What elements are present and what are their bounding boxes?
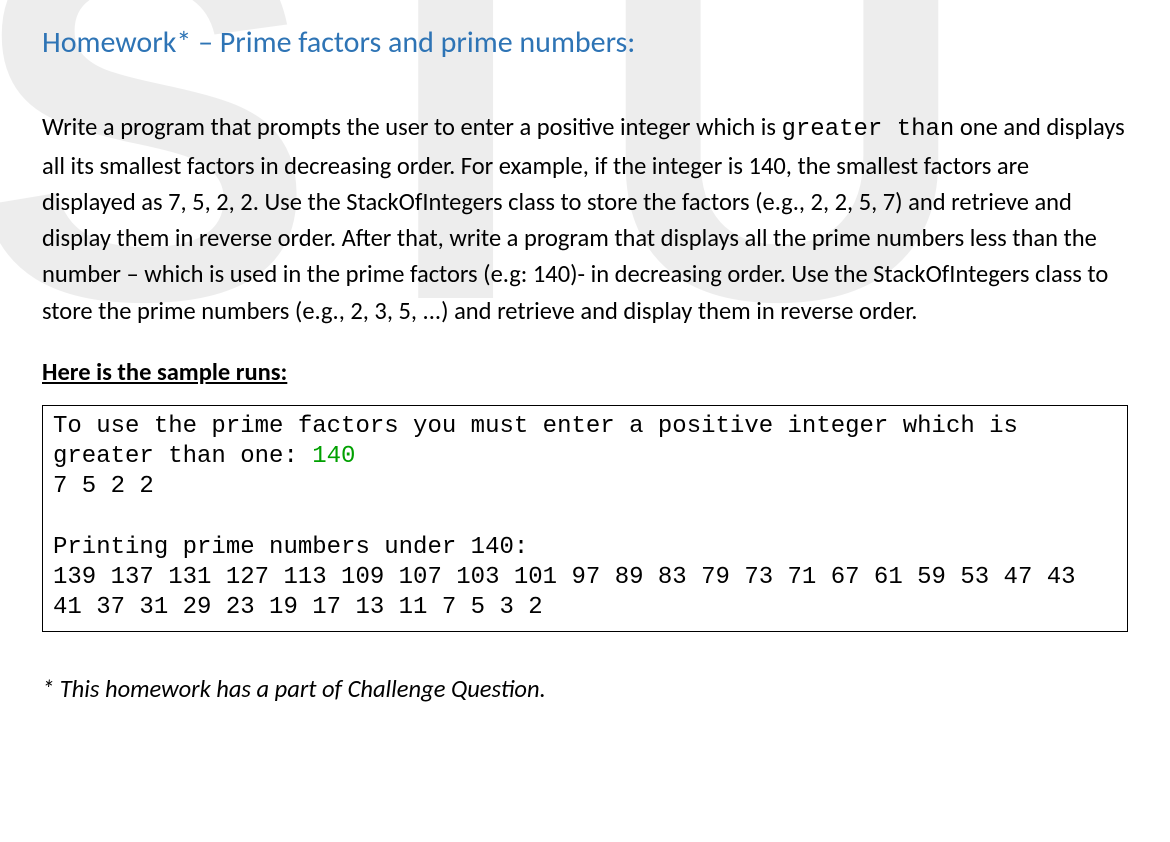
body-text-pre: Write a program that prompts the user to… <box>42 112 782 142</box>
sample-runs-heading: Here is the sample runs: <box>42 357 1128 387</box>
sample-primes-heading: Printing prime numbers under 140: <box>53 534 528 561</box>
sample-output-box: To use the prime factors you must enter … <box>42 405 1128 633</box>
document-body: Homework* – Prime factors and prime numb… <box>0 0 1170 704</box>
assignment-description: Write a program that prompts the user to… <box>42 109 1128 329</box>
sample-input-value: 140 <box>312 443 355 470</box>
page-title: Homework* – Prime factors and prime numb… <box>42 24 1128 61</box>
sample-factors-line: 7 5 2 2 <box>53 473 154 500</box>
body-text-mid: one and displays all its smallest factor… <box>42 112 1125 326</box>
sample-prompt: To use the prime factors you must enter … <box>53 413 1032 470</box>
body-text-mono: greater than <box>782 116 955 143</box>
footnote: * This homework has a part of Challenge … <box>42 674 1128 704</box>
sample-primes-line: 139 137 131 127 113 109 107 103 101 97 8… <box>53 564 1090 621</box>
